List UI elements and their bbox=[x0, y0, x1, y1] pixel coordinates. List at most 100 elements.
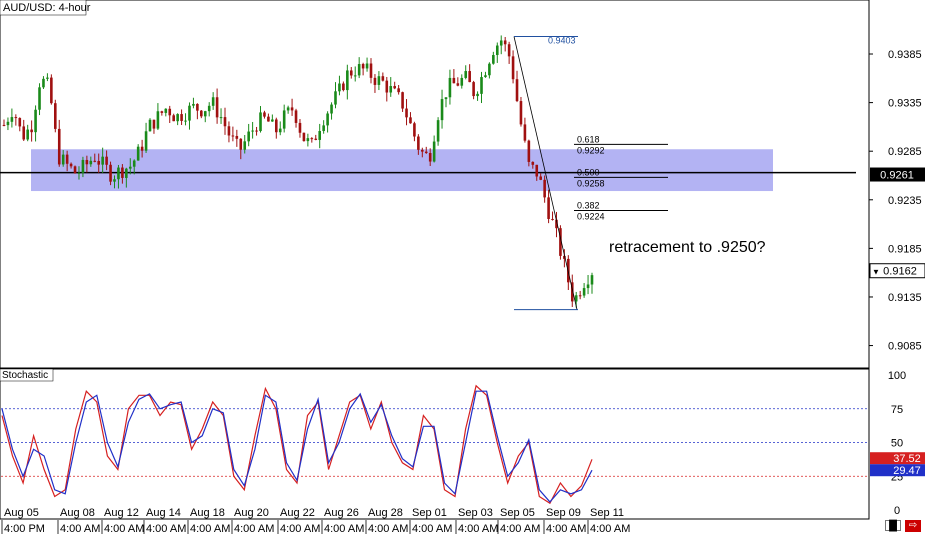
candle-body bbox=[503, 40, 507, 45]
candle-body bbox=[73, 166, 77, 174]
chart-title: AUD/USD: 4-hour bbox=[3, 2, 91, 14]
candle-body bbox=[128, 166, 132, 169]
candle-body bbox=[306, 138, 310, 142]
x-date-label: Aug 26 bbox=[324, 507, 359, 519]
candle-body bbox=[385, 80, 389, 93]
candle-body bbox=[172, 115, 175, 122]
candle-body bbox=[22, 126, 26, 140]
x-time-label: 4:00 PM bbox=[4, 523, 45, 535]
candle-body bbox=[484, 75, 487, 78]
candle-body bbox=[476, 93, 479, 97]
candle-body bbox=[365, 63, 369, 69]
x-time-label: 4:00 AM bbox=[234, 523, 274, 535]
close-arrows-icon[interactable]: ⇨ bbox=[905, 520, 921, 532]
candle-body bbox=[310, 138, 314, 140]
candle-body bbox=[432, 141, 436, 162]
candle-body bbox=[109, 164, 112, 182]
candle-body bbox=[192, 103, 195, 106]
x-date-label: Aug 20 bbox=[234, 507, 269, 519]
candle-body bbox=[18, 118, 22, 127]
fib-price-label: 0.9224 bbox=[577, 211, 605, 221]
candle-body bbox=[148, 119, 152, 132]
candle-body bbox=[492, 55, 495, 64]
candle-body bbox=[259, 112, 262, 132]
candle-body bbox=[531, 161, 535, 165]
candle-body bbox=[26, 129, 29, 140]
stochastic-label: Stochastic bbox=[2, 370, 48, 381]
candle-body bbox=[535, 164, 539, 177]
candle-body bbox=[405, 108, 408, 118]
candle-body bbox=[294, 110, 298, 123]
x-date-label: Aug 22 bbox=[280, 507, 315, 519]
candle-body bbox=[176, 114, 179, 122]
candle-body bbox=[452, 77, 456, 84]
x-date-label: Sep 03 bbox=[458, 507, 493, 519]
last-price-marker: ▼ bbox=[872, 268, 880, 277]
stochastic-tick-label: 100 bbox=[888, 370, 906, 382]
candle-body bbox=[65, 154, 69, 164]
candle-body bbox=[527, 140, 531, 162]
candle-body bbox=[389, 86, 393, 93]
candle-body bbox=[409, 117, 412, 124]
fib-ratio-label: 0.382 bbox=[577, 200, 600, 210]
candle-body bbox=[188, 105, 191, 121]
candle-body bbox=[373, 77, 377, 85]
candle-body bbox=[42, 78, 45, 88]
x-date-label: Aug 28 bbox=[368, 507, 403, 519]
x-time-label: 4:00 AM bbox=[190, 523, 230, 535]
candle-body bbox=[132, 160, 136, 167]
candle-body bbox=[507, 44, 511, 57]
candle-body bbox=[338, 83, 341, 92]
price-tick-label: 0.9285 bbox=[888, 146, 922, 158]
candle-body bbox=[361, 64, 365, 69]
stochastic-value-label: 29.47 bbox=[893, 465, 921, 477]
candle-body bbox=[57, 128, 61, 165]
candle-body bbox=[397, 88, 400, 93]
candle-body bbox=[200, 110, 203, 117]
candle-body bbox=[519, 101, 523, 125]
price-tick-label: 0.9335 bbox=[888, 98, 922, 110]
current-price-label: 0.9261 bbox=[880, 170, 914, 182]
candle-body bbox=[464, 71, 468, 78]
candle-body bbox=[239, 138, 243, 150]
candle-body bbox=[274, 119, 278, 133]
x-date-label: Aug 08 bbox=[60, 507, 95, 519]
chart-canvas: AUD/USD: 4-hour Stochastic 0.94030.6180.… bbox=[0, 0, 925, 535]
candle-body bbox=[136, 146, 140, 161]
candle-body bbox=[424, 151, 428, 153]
candle-body bbox=[85, 159, 89, 165]
x-date-label: Sep 05 bbox=[500, 507, 535, 519]
x-time-label: 4:00 AM bbox=[368, 523, 408, 535]
candle-body bbox=[156, 111, 160, 129]
candle-body bbox=[353, 75, 357, 77]
candle-body bbox=[140, 146, 144, 151]
candle-body bbox=[381, 76, 385, 81]
candle-body bbox=[93, 160, 97, 162]
candle-body bbox=[125, 168, 128, 178]
x-time-label: 4:00 AM bbox=[324, 523, 364, 535]
x-time-label: 4:00 AM bbox=[146, 523, 186, 535]
candle-body bbox=[480, 77, 483, 94]
candle-body bbox=[46, 77, 49, 79]
x-date-label: Sep 11 bbox=[590, 507, 624, 519]
candle-body bbox=[346, 70, 349, 91]
candle-body bbox=[472, 82, 475, 97]
candle-body bbox=[54, 103, 57, 129]
candle-body bbox=[211, 97, 215, 106]
stochastic-tick-label: 0 bbox=[894, 505, 900, 517]
status-icons: █ ⇨ bbox=[885, 520, 921, 532]
candle-body bbox=[117, 167, 120, 180]
candle-body bbox=[247, 131, 250, 142]
candle-body bbox=[290, 107, 294, 111]
candle-body bbox=[152, 119, 156, 129]
candle-body bbox=[547, 197, 550, 219]
candle-body bbox=[271, 119, 274, 122]
candle-body bbox=[168, 108, 172, 116]
fib-price-label: 0.9292 bbox=[577, 145, 605, 155]
candle-body bbox=[488, 63, 491, 76]
x-date-label: Aug 05 bbox=[4, 507, 39, 519]
candle-body bbox=[377, 76, 381, 85]
candle-body bbox=[144, 131, 148, 151]
candle-body bbox=[302, 132, 306, 142]
candle-body bbox=[511, 56, 515, 80]
